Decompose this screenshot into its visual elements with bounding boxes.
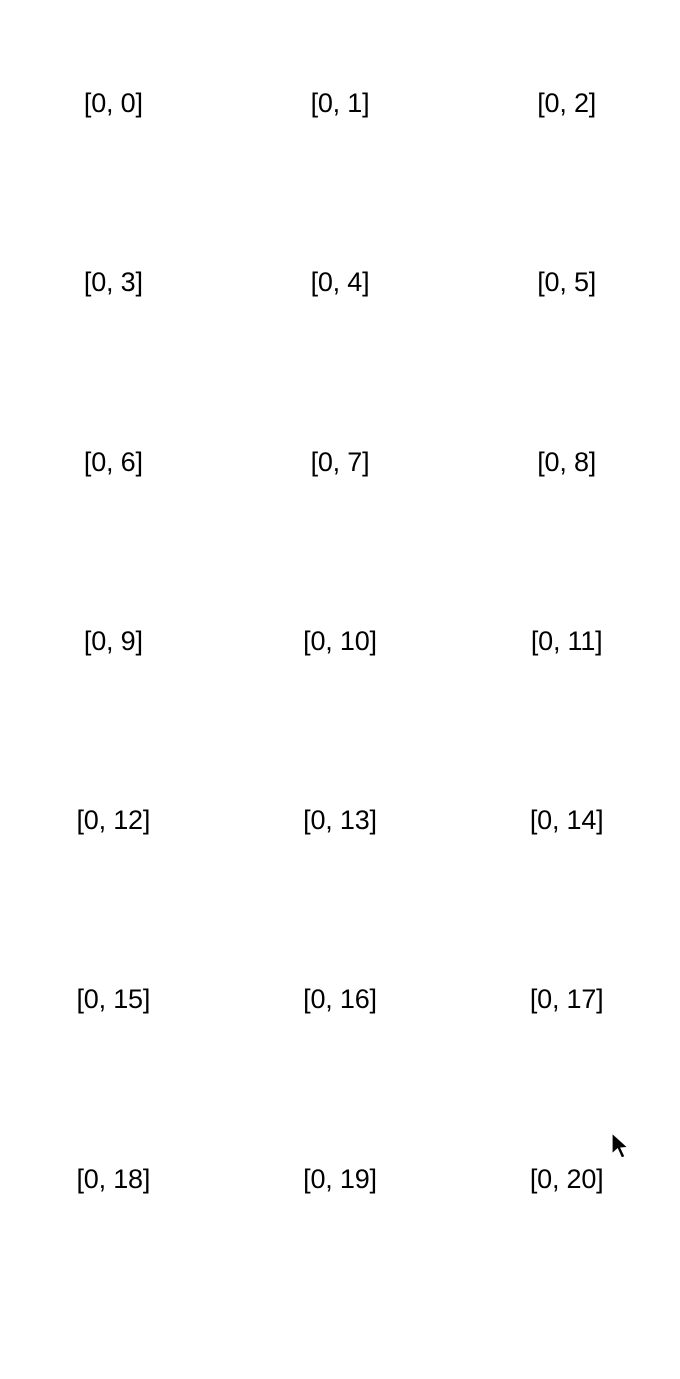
grid-cell[interactable]: [0, 12] xyxy=(0,805,227,984)
grid-cell[interactable]: [0, 2] xyxy=(453,88,680,267)
grid-cell[interactable]: [0, 5] xyxy=(453,267,680,446)
grid-cell[interactable]: [0, 20] xyxy=(453,1164,680,1343)
coordinate-grid: [0, 0] [0, 1] [0, 2] [0, 3] [0, 4] [0, 5… xyxy=(0,0,680,1379)
grid-cell[interactable]: [0, 18] xyxy=(0,1164,227,1343)
grid-cell[interactable]: [0, 7] xyxy=(227,447,454,626)
grid-cell[interactable]: [0, 6] xyxy=(0,447,227,626)
grid-cell[interactable]: [0, 9] xyxy=(0,626,227,805)
grid-cell[interactable]: [0, 10] xyxy=(227,626,454,805)
grid-cell[interactable]: [0, 1] xyxy=(227,88,454,267)
grid-cell[interactable]: [0, 15] xyxy=(0,984,227,1163)
grid-cell[interactable]: [0, 0] xyxy=(0,88,227,267)
grid-cell[interactable]: [0, 4] xyxy=(227,267,454,446)
grid-cell[interactable]: [0, 19] xyxy=(227,1164,454,1343)
grid-cell[interactable]: [0, 3] xyxy=(0,267,227,446)
grid-cell[interactable]: [0, 8] xyxy=(453,447,680,626)
grid-cell[interactable]: [0, 11] xyxy=(453,626,680,805)
grid-cell[interactable]: [0, 13] xyxy=(227,805,454,984)
grid-cell[interactable]: [0, 16] xyxy=(227,984,454,1163)
grid-cell[interactable]: [0, 14] xyxy=(453,805,680,984)
grid-cell[interactable]: [0, 17] xyxy=(453,984,680,1163)
